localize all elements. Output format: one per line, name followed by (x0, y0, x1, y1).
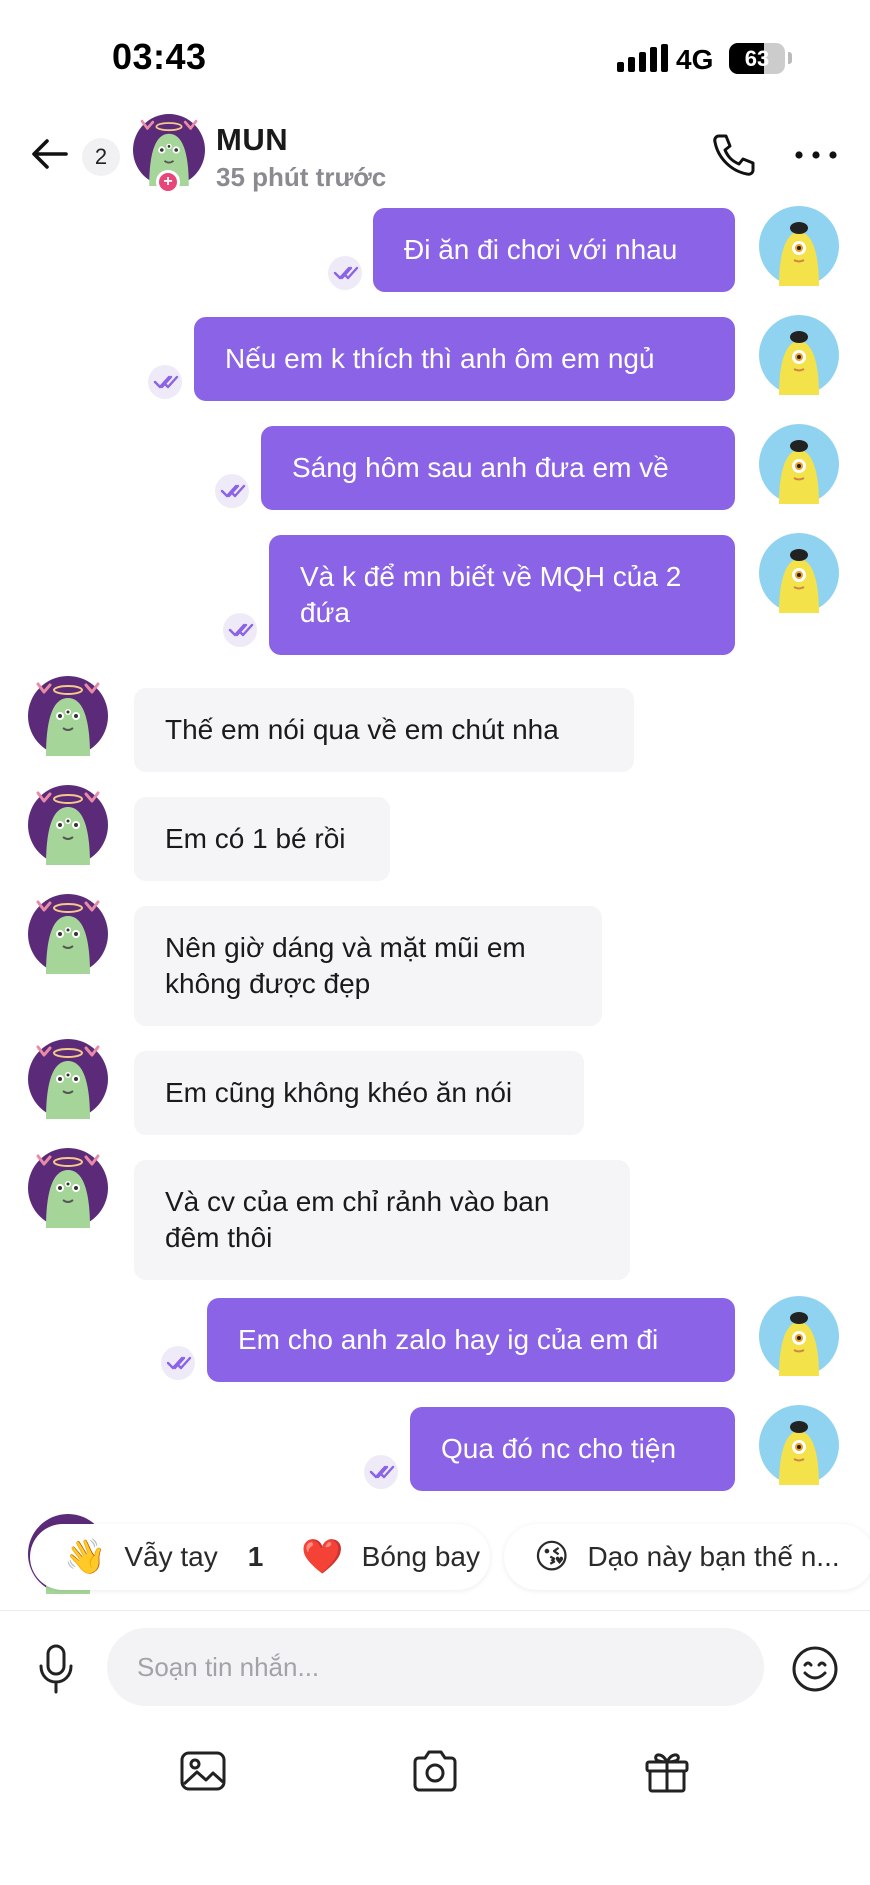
contact-name[interactable]: MUN (216, 122, 288, 158)
network-type: 4G (676, 44, 714, 75)
more-horizontal-icon[interactable] (792, 140, 840, 170)
message-row-outgoing: Qua đó nc cho tiện (0, 1405, 870, 1505)
signal-icon (617, 44, 668, 72)
message-text: Thế em nói qua về em chút nha (165, 714, 559, 745)
image-icon[interactable] (178, 1746, 228, 1796)
battery-level: 63 (744, 46, 770, 71)
message-bubble-incoming[interactable]: Em cũng không khéo ăn nói (134, 1051, 584, 1135)
user-avatar[interactable] (759, 315, 839, 395)
message-text: Nên giờ dáng và mặt mũi em không được đẹ… (165, 932, 526, 999)
message-row-outgoing: Em cho anh zalo hay ig của em đi (0, 1296, 870, 1396)
message-bubble-incoming[interactable]: Và cv của em chỉ rảnh vào ban đêm thôi (134, 1160, 630, 1280)
wave-icon: 👋 (64, 1538, 107, 1576)
seen-check-icon (328, 256, 362, 290)
status-time: 03:43 (112, 36, 207, 77)
quick-reply-count: 1 (247, 1541, 264, 1572)
camera-icon[interactable] (410, 1746, 460, 1796)
message-row-incoming: Em cũng không khéo ăn nói (0, 1039, 870, 1139)
contact-avatar[interactable] (28, 1039, 108, 1119)
message-input-wrapper[interactable] (107, 1628, 764, 1706)
message-bubble-outgoing[interactable]: Sáng hôm sau anh đưa em về (261, 426, 735, 510)
user-avatar[interactable] (759, 206, 839, 286)
message-row-outgoing: Đi ăn đi chơi với nhau (0, 206, 870, 306)
message-row-incoming: Nên giờ dáng và mặt mũi em không được đẹ… (0, 894, 870, 1026)
kiss-face-icon: 😘 (534, 1538, 570, 1576)
quick-reply-label: Dạo này bạn thế n... (587, 1541, 840, 1572)
quick-reply-label: Bóng bay (361, 1541, 480, 1572)
message-row-outgoing: Nếu em k thích thì anh ôm em ngủ (0, 315, 870, 415)
microphone-icon[interactable] (34, 1642, 78, 1696)
status-bar: 03:43 4G 63 (0, 0, 870, 110)
message-text: Sáng hôm sau anh đưa em về (292, 452, 669, 483)
message-text: Và k để mn biết về MQH của 2 đứa (300, 561, 682, 628)
message-text: Em cũng không khéo ăn nói (165, 1077, 513, 1108)
message-input[interactable] (107, 1628, 764, 1706)
message-text: Đi ăn đi chơi với nhau (404, 234, 678, 265)
message-bubble-outgoing[interactable]: Đi ăn đi chơi với nhau (373, 208, 735, 292)
seen-check-icon (161, 1346, 195, 1380)
message-bubble-outgoing[interactable]: Và k để mn biết về MQH của 2 đứa (269, 535, 735, 655)
message-text: Nếu em k thích thì anh ôm em ngủ (225, 343, 655, 374)
contact-avatar[interactable] (28, 785, 108, 865)
message-row-incoming: Thế em nói qua về em chút nha (0, 676, 870, 776)
gift-icon[interactable] (642, 1746, 692, 1796)
unread-count-badge[interactable]: 2 (82, 138, 120, 176)
battery-icon: 63 (729, 43, 785, 74)
quick-reply-greeting[interactable]: 😘 Dạo này bạn thế n... (504, 1524, 870, 1590)
contact-avatar[interactable] (28, 676, 108, 756)
message-text: Em cho anh zalo hay ig của em đi (238, 1324, 659, 1355)
seen-check-icon (148, 365, 182, 399)
seen-check-icon (364, 1455, 398, 1489)
message-text: Và cv của em chỉ rảnh vào ban đêm thôi (165, 1186, 550, 1253)
quick-reply-bar: 👋 Vẫy tay 1 ❤️ Bóng bay 😘 Dạo này bạn th… (0, 1520, 870, 1596)
contact-avatar[interactable] (28, 1148, 108, 1228)
message-row-outgoing: Và k để mn biết về MQH của 2 đứa (0, 533, 870, 663)
seen-check-icon (215, 474, 249, 508)
user-avatar[interactable] (759, 533, 839, 613)
message-text: Qua đó nc cho tiện (441, 1433, 677, 1464)
user-avatar[interactable] (759, 424, 839, 504)
quick-reply-label: Vẫy tay (124, 1541, 218, 1572)
add-friend-icon[interactable]: + (156, 170, 180, 194)
smiley-icon[interactable] (790, 1644, 840, 1694)
message-bubble-incoming[interactable]: Em có 1 bé rồi (134, 797, 390, 881)
quick-reply-wave[interactable]: 👋 Vẫy tay 1 ❤️ Bóng bay (30, 1524, 490, 1590)
user-avatar[interactable] (759, 1405, 839, 1485)
message-bubble-outgoing[interactable]: Nếu em k thích thì anh ôm em ngủ (194, 317, 735, 401)
message-row-outgoing: Sáng hôm sau anh đưa em về (0, 424, 870, 524)
phone-icon[interactable] (708, 130, 758, 180)
heart-icon: ❤️ (301, 1538, 344, 1576)
last-seen-status: 35 phút trước (216, 162, 387, 192)
user-avatar[interactable] (759, 1296, 839, 1376)
message-list[interactable]: Đi ăn đi chơi với nhau Nếu em k thích th… (0, 206, 870, 1610)
message-bubble-incoming[interactable]: Thế em nói qua về em chút nha (134, 688, 634, 772)
back-arrow-icon[interactable] (28, 132, 72, 176)
chat-header: 2 + MUN 35 phút trước (0, 110, 870, 206)
message-bubble-outgoing[interactable]: Qua đó nc cho tiện (410, 1407, 735, 1491)
battery-nub (788, 52, 792, 64)
composer-divider (0, 1610, 870, 1611)
seen-check-icon (223, 613, 257, 647)
message-bubble-incoming[interactable]: Nên giờ dáng và mặt mũi em không được đẹ… (134, 906, 602, 1026)
contact-avatar[interactable] (28, 894, 108, 974)
message-row-incoming: Em có 1 bé rồi (0, 785, 870, 885)
message-row-incoming: Và cv của em chỉ rảnh vào ban đêm thôi (0, 1148, 870, 1280)
message-text: Em có 1 bé rồi (165, 823, 346, 854)
message-bubble-outgoing[interactable]: Em cho anh zalo hay ig của em đi (207, 1298, 735, 1382)
